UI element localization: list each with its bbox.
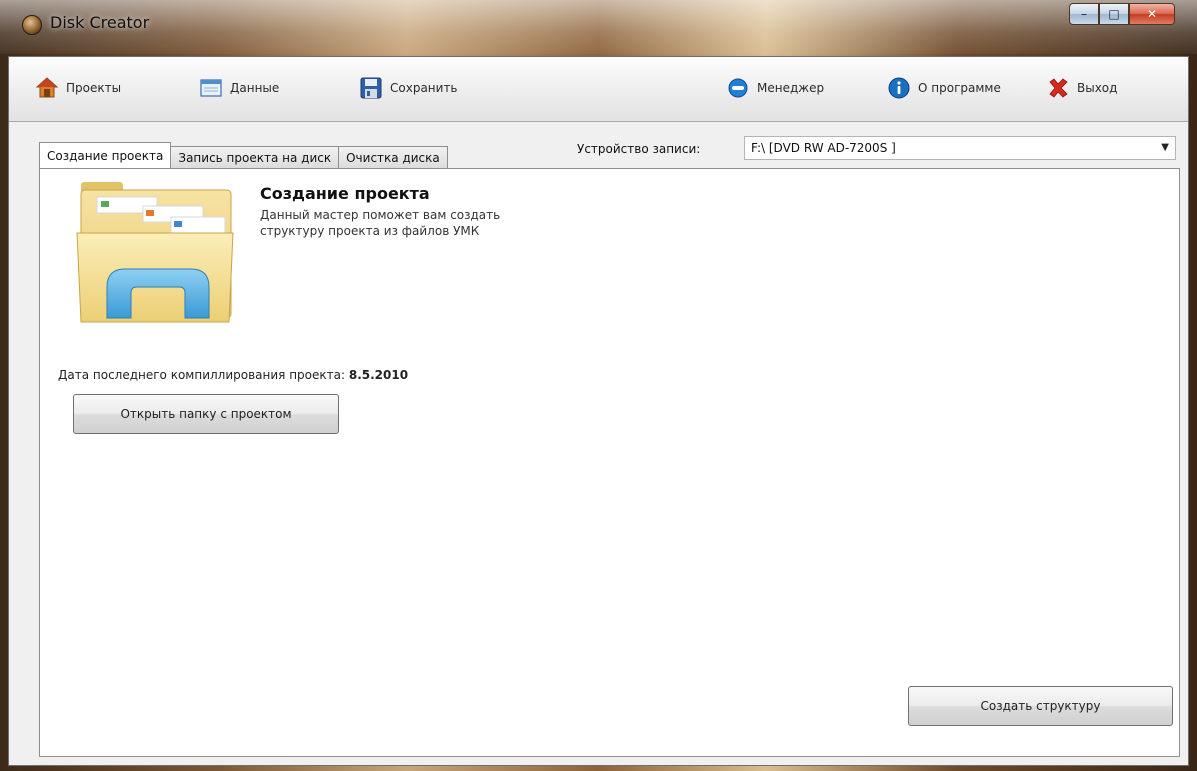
minimize-icon: – bbox=[1081, 7, 1087, 21]
main-content: Создание проекта Запись проекта на диск … bbox=[9, 122, 1188, 765]
tab-strip: Создание проекта Запись проекта на диск … bbox=[39, 142, 448, 168]
info-icon bbox=[887, 76, 911, 100]
folder-icon bbox=[73, 177, 238, 327]
toolbar-data-button[interactable]: Данные bbox=[199, 75, 279, 101]
toolbar-projects-button[interactable]: Проекты bbox=[35, 75, 121, 101]
wizard-description: Данный мастер поможет вам создать bbox=[260, 208, 501, 222]
toolbar-manager-button[interactable]: Менеджер bbox=[726, 75, 824, 101]
last-compile-date: 8.5.2010 bbox=[348, 368, 409, 382]
minimize-button[interactable]: – bbox=[1069, 3, 1099, 25]
chevron-down-icon: ▼ bbox=[1161, 142, 1169, 153]
window-controls: – □ ✕ bbox=[1069, 3, 1175, 27]
open-project-folder-label: Открыть папку с проектом bbox=[120, 407, 292, 421]
tab-label: Создание проекта bbox=[47, 148, 164, 163]
app-logo-icon bbox=[22, 15, 42, 35]
toolbar-projects-label: Проекты bbox=[66, 81, 122, 95]
maximize-icon: □ bbox=[1108, 7, 1120, 21]
open-project-folder-button[interactable]: Открыть папку с проектом bbox=[73, 394, 339, 434]
house-icon bbox=[35, 76, 59, 100]
device-label: Устройство записи: bbox=[577, 142, 701, 156]
app-window: Disk Creator – □ ✕ Проекты Данные Сохран… bbox=[0, 0, 1197, 771]
toolbar-manager-label: Менеджер bbox=[757, 81, 825, 95]
create-project-panel: Создание проекта Данный мастер поможет в… bbox=[39, 168, 1180, 757]
window-icon bbox=[199, 76, 223, 100]
last-compile-row: Дата последнего компиллирования проекта:… bbox=[58, 368, 408, 382]
tab-label: Очистка диска bbox=[346, 150, 440, 165]
tab-erase-disk[interactable]: Очистка диска bbox=[338, 146, 448, 168]
device-value: F:\ [DVD RW AD-7200S ] bbox=[751, 141, 896, 155]
device-dropdown[interactable]: F:\ [DVD RW AD-7200S ] ▼ bbox=[744, 136, 1176, 160]
create-structure-button[interactable]: Создать структуру bbox=[908, 686, 1173, 726]
toolbar-about-label: О программе bbox=[918, 81, 1001, 95]
close-button[interactable]: ✕ bbox=[1129, 3, 1175, 25]
toolbar-about-button[interactable]: О программе bbox=[887, 75, 1001, 101]
toolbar-exit-label: Выход bbox=[1077, 81, 1118, 95]
create-structure-label: Создать структуру bbox=[980, 699, 1101, 713]
toolbar-save-label: Сохранить bbox=[390, 81, 458, 95]
toolbar-save-button[interactable]: Сохранить bbox=[359, 75, 458, 101]
close-icon: ✕ bbox=[1146, 7, 1158, 21]
toolbar-exit-button[interactable]: Выход bbox=[1046, 75, 1117, 101]
maximize-button[interactable]: □ bbox=[1099, 3, 1129, 25]
wizard-title: Создание проекта bbox=[260, 184, 430, 203]
last-compile-label: Дата последнего компиллирования проекта: bbox=[58, 368, 346, 382]
toolbar: Проекты Данные Сохранить Менеджер О прог… bbox=[9, 57, 1188, 122]
tab-burn-project[interactable]: Запись проекта на диск bbox=[170, 146, 340, 168]
title-bar[interactable]: Disk Creator – □ ✕ bbox=[0, 0, 1197, 54]
exit-x-icon bbox=[1046, 76, 1070, 100]
tab-label: Запись проекта на диск bbox=[178, 150, 332, 165]
toolbar-data-label: Данные bbox=[230, 81, 280, 95]
manager-icon bbox=[726, 76, 750, 100]
tab-create-project[interactable]: Создание проекта bbox=[39, 142, 172, 168]
floppy-disk-icon bbox=[359, 76, 383, 100]
client-area: Проекты Данные Сохранить Менеджер О прог… bbox=[8, 56, 1189, 766]
wizard-description: структуру проекта из файлов УМК bbox=[260, 224, 480, 238]
window-title: Disk Creator bbox=[50, 13, 150, 32]
